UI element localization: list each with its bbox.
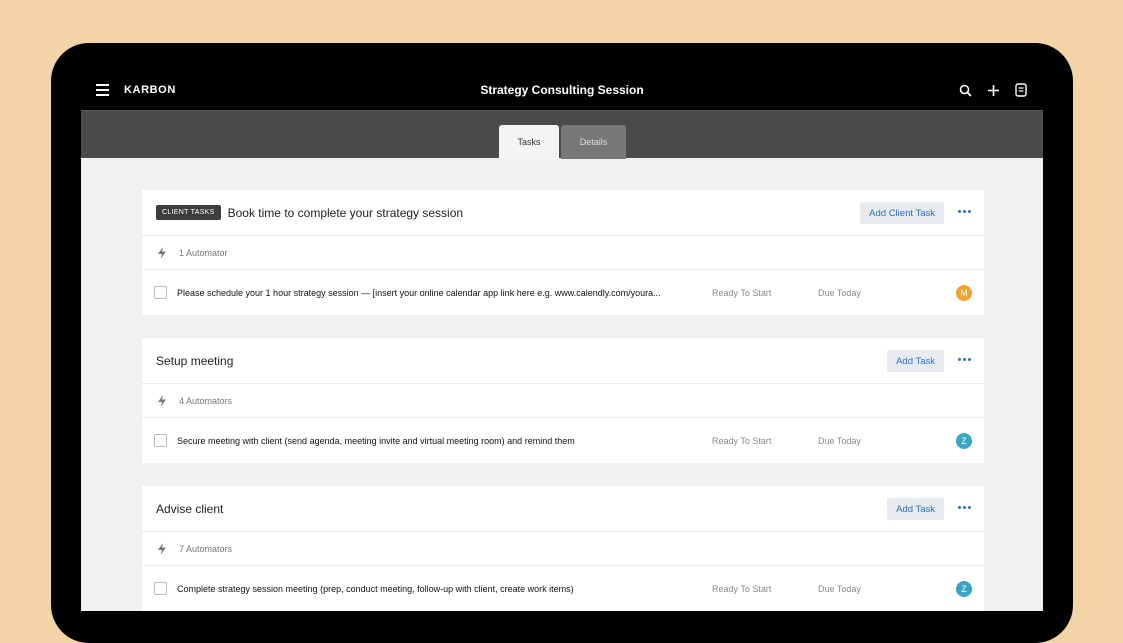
- app-screen: KARBON Strategy Consulting Session Tasks…: [81, 71, 1043, 611]
- tab-tasks[interactable]: Tasks: [499, 125, 559, 159]
- bolt-icon: [158, 394, 166, 407]
- tab-bar: Tasks Details: [81, 110, 1043, 159]
- add-task-button[interactable]: Add Task: [887, 350, 944, 372]
- task-status: Ready To Start: [712, 435, 772, 446]
- task-row: Complete strategy session meeting (prep,…: [142, 566, 984, 611]
- add-task-button[interactable]: Add Task: [887, 498, 944, 520]
- task-checkbox[interactable]: [154, 286, 167, 299]
- avatar[interactable]: M: [956, 284, 972, 301]
- bolt-icon: [158, 542, 166, 555]
- notes-icon[interactable]: [1013, 81, 1029, 99]
- task-checkbox[interactable]: [154, 582, 167, 595]
- section-card: CLIENT TASKS Book time to complete your …: [142, 190, 984, 315]
- section-card: Setup meeting Add Task 4 Automators Secu…: [142, 338, 984, 463]
- task-due: Due Today: [818, 435, 861, 446]
- section-title: Setup meeting: [156, 353, 234, 368]
- task-title[interactable]: Secure meeting with client (send agenda,…: [177, 436, 707, 446]
- add-client-task-button[interactable]: Add Client Task: [860, 202, 944, 224]
- automators-row[interactable]: 7 Automators: [142, 532, 984, 566]
- section-header: Setup meeting Add Task: [142, 338, 984, 384]
- section-header: CLIENT TASKS Book time to complete your …: [142, 190, 984, 236]
- more-icon[interactable]: [958, 210, 971, 213]
- task-status: Ready To Start: [712, 583, 772, 594]
- top-bar: KARBON Strategy Consulting Session: [81, 71, 1043, 110]
- plus-icon[interactable]: [985, 81, 1001, 99]
- task-checkbox[interactable]: [154, 434, 167, 447]
- automators-label: 7 Automators: [179, 543, 233, 554]
- automators-label: 4 Automators: [179, 395, 233, 406]
- avatar[interactable]: Z: [956, 580, 972, 597]
- task-title[interactable]: Please schedule your 1 hour strategy ses…: [177, 288, 707, 298]
- task-title[interactable]: Complete strategy session meeting (prep,…: [177, 584, 707, 594]
- task-status: Ready To Start: [712, 287, 772, 298]
- section-title: Advise client: [156, 501, 224, 516]
- section-title: Book time to complete your strategy sess…: [227, 205, 464, 220]
- client-tasks-badge: CLIENT TASKS: [156, 205, 221, 220]
- tab-details[interactable]: Details: [561, 125, 626, 159]
- section-card: Advise client Add Task 7 Automators Comp…: [142, 486, 984, 611]
- more-icon[interactable]: [958, 358, 971, 361]
- task-row: Please schedule your 1 hour strategy ses…: [142, 270, 984, 315]
- task-row: Secure meeting with client (send agenda,…: [142, 418, 984, 463]
- search-icon[interactable]: [957, 81, 973, 99]
- bolt-icon: [158, 246, 166, 259]
- section-header: Advise client Add Task: [142, 486, 984, 532]
- more-icon[interactable]: [958, 506, 971, 509]
- automators-row[interactable]: 1 Automator: [142, 236, 984, 270]
- task-due: Due Today: [818, 583, 861, 594]
- automators-row[interactable]: 4 Automators: [142, 384, 984, 418]
- page-title: Strategy Consulting Session: [480, 83, 644, 97]
- automators-label: 1 Automator: [179, 247, 228, 258]
- avatar[interactable]: Z: [956, 432, 972, 449]
- task-due: Due Today: [818, 287, 861, 298]
